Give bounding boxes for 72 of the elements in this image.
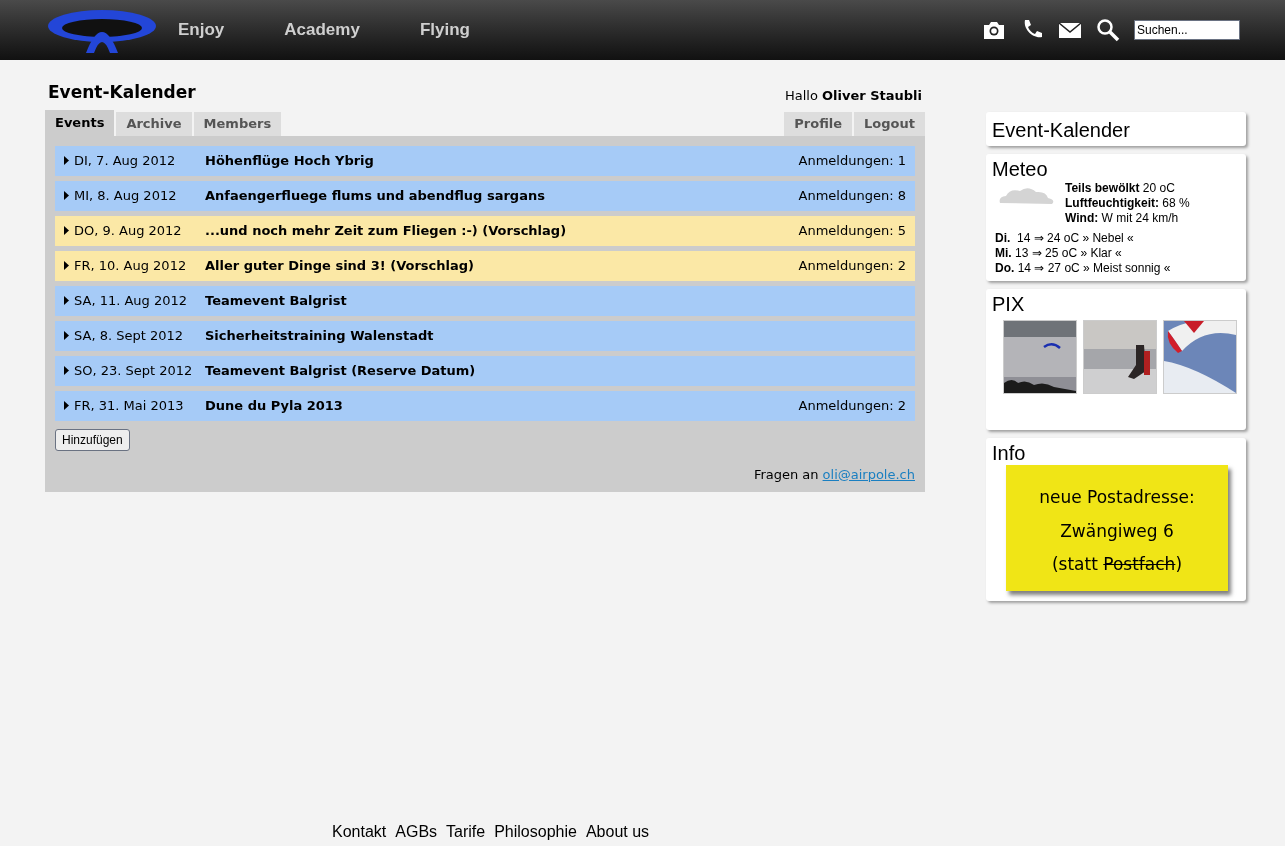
- event-title: Höhenflüge Hoch Ybrig: [205, 151, 374, 170]
- nav-link[interactable]: Flying: [419, 17, 470, 43]
- weather-line: Teils bewölkt 20 oC: [1065, 181, 1176, 196]
- event-date: MI, 8. Aug 2012: [74, 186, 178, 205]
- expand-icon[interactable]: [64, 261, 69, 270]
- event-row[interactable]: SA, 11. Aug 2012 Teamevent Balgrist: [55, 285, 915, 316]
- tab[interactable]: Events: [45, 109, 115, 136]
- logo-icon[interactable]: [46, 7, 158, 53]
- page-title: Event-Kalender: [48, 81, 196, 104]
- search-icon[interactable]: [1096, 18, 1120, 42]
- event-date: SA, 11. Aug 2012: [74, 291, 189, 310]
- forecast-line: Mi. 13 ⇒ 25 oC » Klar «: [995, 246, 1123, 261]
- add-button[interactable]: Hinzufügen: [55, 428, 130, 451]
- registration-count: Anmeldungen: 1: [798, 151, 906, 170]
- expand-icon[interactable]: [64, 296, 69, 305]
- forecast-line: Do. 14 ⇒ 27 oC » Meist sonnig «: [995, 261, 1172, 276]
- card-title: Event-Kalender: [992, 118, 1131, 143]
- tab[interactable]: Members: [193, 111, 282, 136]
- expand-icon[interactable]: [64, 191, 69, 200]
- mail-icon[interactable]: [1058, 21, 1082, 39]
- event-row[interactable]: FR, 31. Mai 2013 Dune du Pyla 2013 Anmeldungen: 2: [55, 390, 915, 421]
- card-title: Meteo: [992, 157, 1049, 181]
- event-date: FR, 31. Mai 2013: [74, 396, 185, 415]
- registration-count: Anmeldungen: 5: [798, 221, 906, 240]
- card-title: Info: [992, 441, 1027, 465]
- event-title: Teamevent Balgrist (Reserve Datum): [205, 361, 476, 380]
- camera-icon[interactable]: [982, 20, 1006, 40]
- weather-line: Wind: W mit 24 km/h: [1065, 211, 1180, 226]
- event-date: SA, 8. Sept 2012: [74, 326, 184, 345]
- note-text: neue Postadresse:: [1039, 486, 1195, 509]
- event-title: Dune du Pyla 2013: [205, 396, 343, 415]
- footer-link[interactable]: Kontakt: [332, 820, 387, 844]
- greeting-text: Hallo Oliver Staubli: [784, 87, 922, 105]
- forecast-line: Di. 14 ⇒ 24 oC » Nebel «: [995, 231, 1135, 246]
- expand-icon[interactable]: [64, 331, 69, 340]
- card-title: PIX: [992, 292, 1026, 316]
- event-title: Teamevent Balgrist: [205, 291, 347, 310]
- event-row[interactable]: MI, 8. Aug 2012 Anfaengerfluege flums und abendflug sargans Anmeldungen: 8: [55, 180, 915, 211]
- event-date: DO, 9. Aug 2012: [74, 221, 183, 240]
- tab[interactable]: Profile: [784, 111, 853, 136]
- registration-count: Anmeldungen: 2: [798, 396, 906, 415]
- contact-text: Fragen an: [753, 465, 819, 484]
- footer-link[interactable]: Philosophie: [494, 820, 577, 844]
- search-field[interactable]: Suchen...: [1134, 20, 1240, 40]
- event-row[interactable]: FR, 10. Aug 2012 Aller guter Dinge sind 3! (Vorschlag) Anmeldungen: 2: [55, 250, 915, 281]
- event-title: ...und noch mehr Zeit zum Fliegen :-) (Vorschlag): [205, 221, 567, 240]
- nav-link[interactable]: Enjoy: [178, 17, 225, 43]
- expand-icon[interactable]: [64, 156, 69, 165]
- registration-count: Anmeldungen: 2: [798, 256, 906, 275]
- event-row[interactable]: SO, 23. Sept 2012 Teamevent Balgrist (Reserve Datum): [55, 355, 915, 386]
- tab[interactable]: Logout: [854, 111, 925, 136]
- note-text: (statt Postfach): [1051, 553, 1182, 576]
- event-row[interactable]: SA, 8. Sept 2012 Sicherheitstraining Walenstadt: [55, 320, 915, 351]
- event-title: Aller guter Dinge sind 3! (Vorschlag): [205, 256, 474, 275]
- event-row[interactable]: DO, 9. Aug 2012 ...und noch mehr Zeit zum Fliegen :-) (Vorschlag) Anmeldungen: 5: [55, 215, 915, 246]
- footer-link[interactable]: Tarife: [446, 820, 486, 844]
- footer-link[interactable]: About us: [585, 820, 650, 844]
- event-date: SO, 23. Sept 2012: [74, 361, 194, 380]
- event-row[interactable]: DI, 7. Aug 2012 Höhenflüge Hoch Ybrig Anmeldungen: 1: [55, 145, 915, 176]
- nav-link[interactable]: Academy: [284, 17, 360, 43]
- event-title: Anfaengerfluege flums und abendflug sargans: [205, 186, 545, 205]
- weather-line: Luftfeuchtigkeit: 68 %: [1065, 196, 1190, 211]
- expand-icon[interactable]: [64, 366, 69, 375]
- registration-count: Anmeldungen: 8: [798, 186, 906, 205]
- expand-icon[interactable]: [64, 401, 69, 410]
- footer-link[interactable]: AGBs: [395, 820, 438, 844]
- event-date: FR, 10. Aug 2012: [74, 256, 188, 275]
- expand-icon[interactable]: [64, 226, 69, 235]
- event-date: DI, 7. Aug 2012: [74, 151, 177, 170]
- note-text: Zwängiweg 6: [1060, 519, 1174, 543]
- event-title: Sicherheitstraining Walenstadt: [205, 326, 434, 345]
- tab[interactable]: Archive: [116, 111, 192, 136]
